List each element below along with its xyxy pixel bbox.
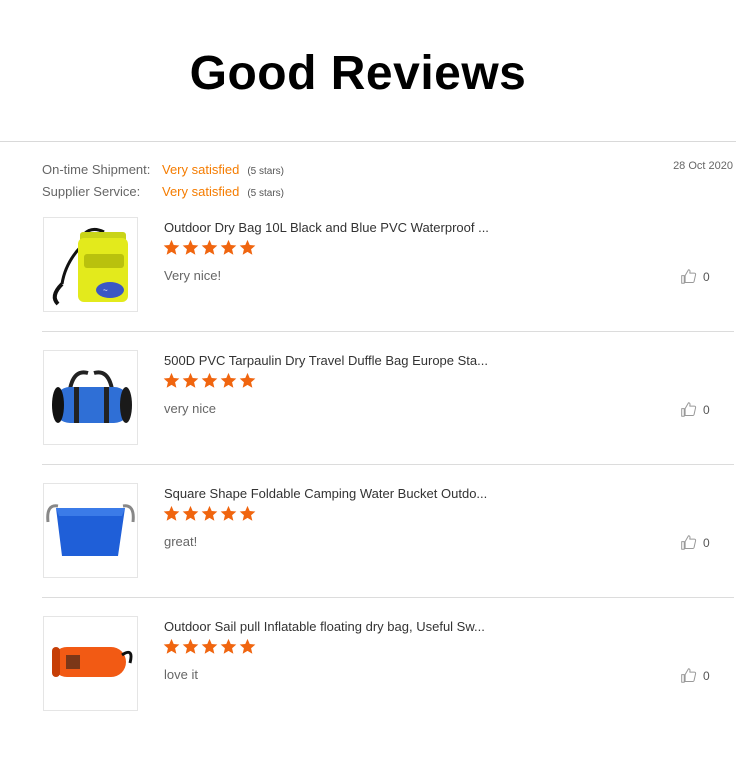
- review-comment: love it: [164, 667, 198, 682]
- like-button[interactable]: 0: [680, 534, 710, 551]
- divider: [42, 464, 734, 465]
- like-count: 0: [703, 269, 710, 284]
- star-icon: [163, 638, 180, 654]
- product-image-blue-duffle-bag[interactable]: [43, 350, 138, 445]
- product-image-yellow-dry-bag[interactable]: ~: [43, 217, 138, 312]
- star-icon: [201, 505, 218, 521]
- divider: [0, 141, 736, 142]
- review-item: 500D PVC Tarpaulin Dry Travel Duffle Bag…: [42, 350, 734, 483]
- like-button[interactable]: 0: [680, 268, 710, 285]
- service-label: Supplier Service:: [42, 184, 141, 199]
- thumbs-up-icon: [681, 668, 697, 683]
- review-comment: very nice: [164, 401, 217, 416]
- star-rating: [163, 638, 256, 655]
- product-image-orange-float-bag[interactable]: [43, 616, 138, 711]
- star-icon: [239, 239, 256, 255]
- product-image-blue-water-bucket[interactable]: [43, 483, 138, 578]
- star-icon: [182, 505, 199, 521]
- star-icon: [182, 372, 199, 388]
- like-count: 0: [703, 402, 710, 417]
- product-name[interactable]: Outdoor Dry Bag 10L Black and Blue PVC W…: [164, 220, 489, 235]
- star-rating: [163, 505, 256, 522]
- star-rating: [163, 239, 256, 256]
- shipment-note: (5 stars): [247, 166, 284, 177]
- star-icon: [201, 638, 218, 654]
- like-count: 0: [703, 535, 710, 550]
- star-icon: [220, 372, 237, 388]
- star-icon: [163, 372, 180, 388]
- page-title: Good Reviews: [189, 47, 527, 100]
- star-icon: [220, 505, 237, 521]
- star-icon: [182, 239, 199, 255]
- divider: [42, 597, 734, 598]
- product-name[interactable]: 500D PVC Tarpaulin Dry Travel Duffle Bag…: [164, 353, 488, 368]
- svg-text:~: ~: [103, 286, 108, 295]
- review-comment: great!: [164, 534, 198, 549]
- star-icon: [220, 638, 237, 654]
- review-item: ~ Outdoor Dry Bag 10L Black and Blue PVC…: [42, 217, 734, 350]
- review-item: Square Shape Foldable Camping Water Buck…: [42, 483, 734, 616]
- star-icon: [163, 239, 180, 255]
- product-name[interactable]: Outdoor Sail pull Inflatable floating dr…: [164, 619, 485, 634]
- like-button[interactable]: 0: [680, 667, 710, 684]
- shipment-rating: On-time Shipment: Very satisfied (5 star…: [42, 162, 284, 177]
- like-button[interactable]: 0: [680, 401, 710, 418]
- star-icon: [201, 372, 218, 388]
- star-icon: [220, 239, 237, 255]
- service-note: (5 stars): [247, 188, 284, 199]
- divider: [42, 331, 734, 332]
- thumbs-up-icon: [681, 269, 697, 284]
- product-name[interactable]: Square Shape Foldable Camping Water Buck…: [164, 486, 487, 501]
- review-date: 28 Oct 2020: [673, 160, 733, 172]
- star-icon: [239, 505, 256, 521]
- thumbs-up-icon: [681, 402, 697, 417]
- review-comment: Very nice!: [164, 268, 222, 283]
- service-value: Very satisfied: [162, 184, 240, 199]
- shipment-label: On-time Shipment:: [42, 162, 151, 177]
- star-icon: [239, 372, 256, 388]
- star-icon: [201, 239, 218, 255]
- like-count: 0: [703, 668, 710, 683]
- star-rating: [163, 372, 256, 389]
- star-icon: [163, 505, 180, 521]
- star-icon: [239, 638, 256, 654]
- shipment-value: Very satisfied: [162, 162, 240, 177]
- service-rating: Supplier Service: Very satisfied (5 star…: [42, 184, 284, 199]
- review-item: Outdoor Sail pull Inflatable floating dr…: [42, 616, 734, 749]
- thumbs-up-icon: [681, 535, 697, 550]
- star-icon: [182, 638, 199, 654]
